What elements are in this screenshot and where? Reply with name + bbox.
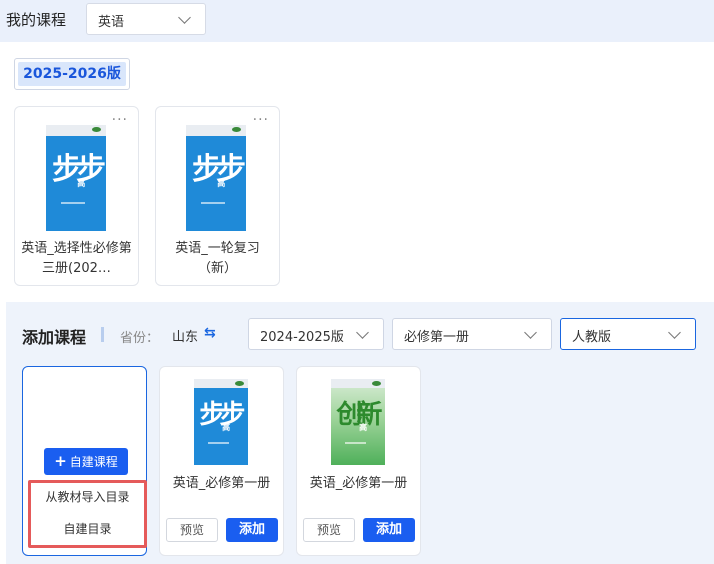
menu-item-import-catalog[interactable]: 从教材导入目录 bbox=[31, 488, 144, 505]
chevron-down-icon bbox=[356, 326, 369, 339]
textbook-card[interactable]: 步步 高 英语_必修第一册 预览 添加 bbox=[159, 366, 284, 556]
book-subtitle: 高 bbox=[217, 179, 226, 188]
chevron-down-icon bbox=[178, 11, 191, 24]
self-build-menu: 从教材导入目录 自建目录 bbox=[28, 480, 147, 548]
book-title-art: 创新 bbox=[336, 400, 382, 431]
book-subtitle: 高 bbox=[77, 179, 86, 188]
top-bar: 我的课程 英语 bbox=[0, 0, 714, 42]
edition-select-value: 人教版 bbox=[572, 330, 612, 345]
course-card-label: 英语_选择性必修第三册(202… bbox=[21, 241, 132, 276]
swap-icon[interactable]: ⇆ bbox=[204, 325, 216, 341]
book-subtitle: 高 bbox=[222, 423, 231, 432]
book-subtitle: 高 bbox=[359, 423, 368, 432]
more-icon[interactable]: ··· bbox=[112, 113, 128, 127]
province-value[interactable]: 山东 bbox=[172, 326, 198, 345]
self-build-button[interactable]: + 自建课程 bbox=[44, 448, 128, 475]
plus-icon: + bbox=[54, 452, 67, 470]
book-cover: 创新 高 bbox=[331, 379, 385, 465]
version-tab-label: 2025-2026版 bbox=[18, 62, 126, 86]
version-tab[interactable]: 2025-2026版 bbox=[14, 58, 130, 90]
chevron-down-icon bbox=[524, 326, 537, 339]
textbook-card-label: 英语_必修第一册 bbox=[172, 476, 271, 491]
self-build-card[interactable]: + 自建课程 从教材导入目录 自建目录 bbox=[22, 366, 147, 556]
book-cover: 步步 高 bbox=[46, 125, 106, 231]
edition-select[interactable]: 人教版 bbox=[560, 318, 696, 350]
book-title-art: 步步 bbox=[199, 400, 245, 431]
province-label: 省份： bbox=[120, 331, 160, 346]
year-select-value: 2024-2025版 bbox=[260, 330, 344, 345]
textbook-card[interactable]: 创新 高 英语_必修第一册 预览 添加 bbox=[296, 366, 421, 556]
add-course-panel: 添加课程 省份： 山东 ⇆ 2024-2025版 必修第一册 人教版 + 自建课程… bbox=[6, 302, 714, 564]
add-button[interactable]: 添加 bbox=[363, 518, 415, 542]
add-button[interactable]: 添加 bbox=[226, 518, 278, 542]
volume-select[interactable]: 必修第一册 bbox=[392, 318, 552, 350]
more-icon[interactable]: ··· bbox=[253, 113, 269, 127]
subject-select[interactable]: 英语 bbox=[86, 3, 206, 35]
page-title: 我的课程 bbox=[6, 11, 67, 29]
course-card-label: 英语_一轮复习（新） bbox=[175, 241, 260, 276]
chevron-down-icon bbox=[668, 326, 681, 339]
self-build-button-label: 自建课程 bbox=[69, 455, 118, 469]
year-select[interactable]: 2024-2025版 bbox=[248, 318, 384, 350]
preview-button[interactable]: 预览 bbox=[166, 518, 218, 542]
add-course-title: 添加课程 bbox=[22, 328, 87, 347]
preview-button[interactable]: 预览 bbox=[303, 518, 355, 542]
book-title-art: 步步 bbox=[192, 152, 246, 188]
book-cover: 步步 高 bbox=[186, 125, 246, 231]
course-card[interactable]: ··· 步步 高 英语_选择性必修第三册(202… bbox=[14, 106, 139, 286]
title-divider bbox=[101, 327, 104, 342]
textbook-card-label: 英语_必修第一册 bbox=[309, 476, 408, 491]
book-title-art: 步步 bbox=[52, 152, 106, 188]
menu-item-create-catalog[interactable]: 自建目录 bbox=[31, 520, 144, 537]
volume-select-value: 必修第一册 bbox=[404, 330, 470, 345]
course-card[interactable]: ··· 步步 高 英语_一轮复习（新） bbox=[155, 106, 280, 286]
subject-select-value: 英语 bbox=[98, 15, 125, 30]
book-cover: 步步 高 bbox=[194, 379, 248, 465]
